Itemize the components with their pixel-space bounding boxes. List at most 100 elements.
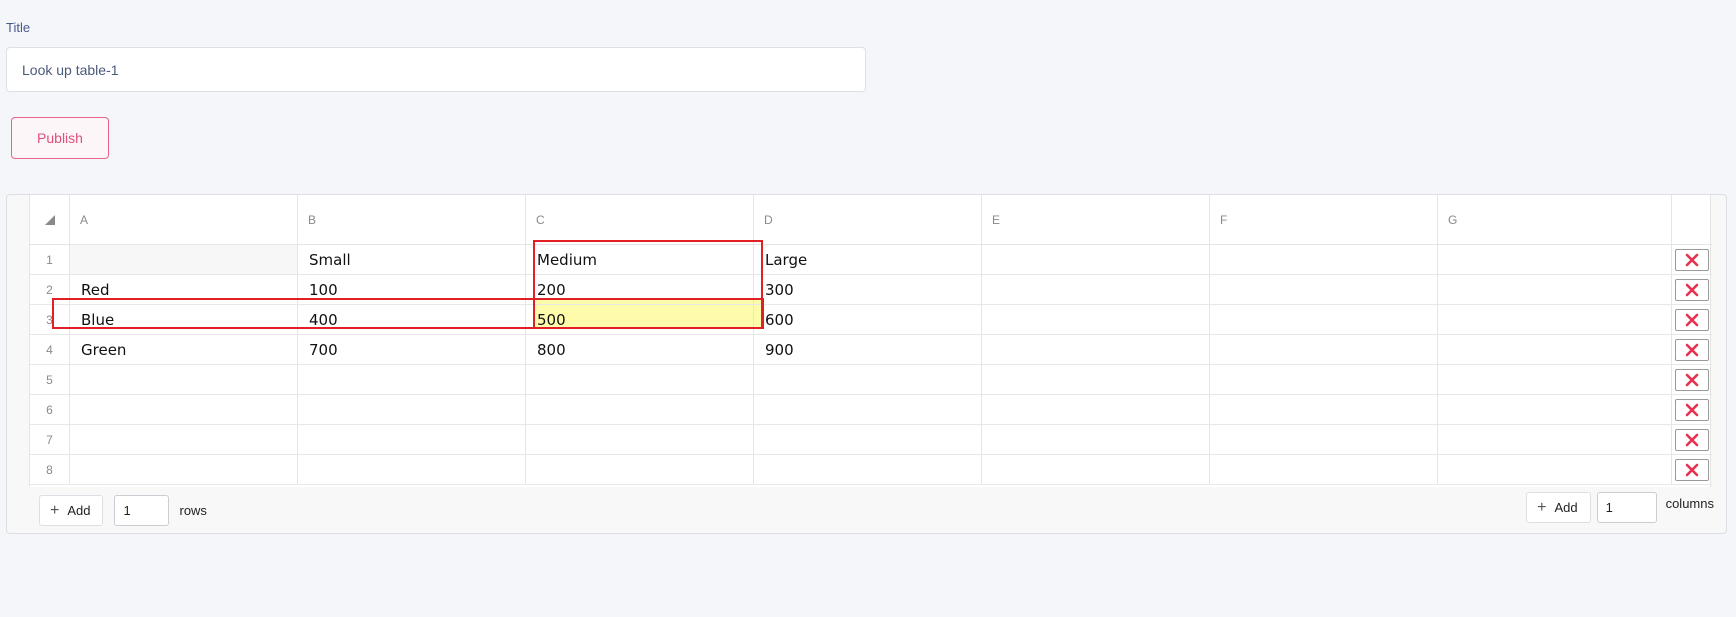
rows-count-input[interactable] bbox=[114, 495, 170, 526]
table-cell-e2[interactable] bbox=[982, 275, 1210, 304]
publish-button[interactable]: Publish bbox=[11, 117, 109, 159]
column-header-f[interactable]: F bbox=[1210, 195, 1438, 244]
table-cell-d6[interactable] bbox=[754, 395, 982, 424]
table-cell-a1[interactable] bbox=[70, 245, 298, 274]
table-cell-e6[interactable] bbox=[982, 395, 1210, 424]
row-index[interactable]: 8 bbox=[30, 455, 70, 484]
table-cell-f4[interactable] bbox=[1210, 335, 1438, 364]
table-cell-d7[interactable] bbox=[754, 425, 982, 454]
row-index[interactable]: 6 bbox=[30, 395, 70, 424]
table-cell-g6[interactable] bbox=[1438, 395, 1672, 424]
table-cell-f8[interactable] bbox=[1210, 455, 1438, 484]
row-index[interactable]: 4 bbox=[30, 335, 70, 364]
columns-count-input[interactable] bbox=[1596, 492, 1657, 523]
table-cell-b7[interactable] bbox=[298, 425, 526, 454]
table-cell-d2[interactable]: 300 bbox=[754, 275, 982, 304]
column-header-e[interactable]: E bbox=[982, 195, 1210, 244]
delete-row-button[interactable] bbox=[1675, 428, 1709, 451]
column-header-b[interactable]: B bbox=[298, 195, 526, 244]
table-cell-c2[interactable]: 200 bbox=[526, 275, 754, 304]
table-cell-c1[interactable]: Medium bbox=[526, 245, 754, 274]
table-cell-g5[interactable] bbox=[1438, 365, 1672, 394]
table-row: 8 bbox=[30, 455, 1712, 485]
table-cell-b5[interactable] bbox=[298, 365, 526, 394]
table-cell-d8[interactable] bbox=[754, 455, 982, 484]
title-input[interactable] bbox=[6, 47, 866, 92]
table-cell-d3[interactable]: 600 bbox=[754, 305, 982, 334]
delete-row-button[interactable] bbox=[1675, 338, 1709, 361]
table-row: 2 Red 100 200 300 bbox=[30, 275, 1712, 305]
table-cell-a2[interactable]: Red bbox=[70, 275, 298, 304]
add-columns-button[interactable]: + Add bbox=[1526, 492, 1591, 523]
table-cell-b1[interactable]: Small bbox=[298, 245, 526, 274]
table-cell-a5[interactable] bbox=[70, 365, 298, 394]
table-cell-f5[interactable] bbox=[1210, 365, 1438, 394]
delete-row-button[interactable] bbox=[1675, 248, 1709, 271]
table-row: 1 Small Medium Large bbox=[30, 245, 1712, 275]
close-icon bbox=[1685, 373, 1699, 386]
add-columns-button-label: Add bbox=[1554, 500, 1578, 515]
delete-row-button[interactable] bbox=[1675, 398, 1709, 421]
table-cell-d5[interactable] bbox=[754, 365, 982, 394]
table-cell-a3[interactable]: Blue bbox=[70, 305, 298, 334]
table-cell-e7[interactable] bbox=[982, 425, 1210, 454]
delete-row-button[interactable] bbox=[1675, 278, 1709, 301]
table-cell-b2[interactable]: 100 bbox=[298, 275, 526, 304]
add-rows-button-label: Add bbox=[67, 503, 91, 518]
table-row: 3 Blue 400 500 600 bbox=[30, 305, 1712, 335]
column-header-actions bbox=[1672, 195, 1712, 244]
table-cell-g1[interactable] bbox=[1438, 245, 1672, 274]
column-header-row: A B C D E F G bbox=[30, 195, 1712, 245]
row-index[interactable]: 5 bbox=[30, 365, 70, 394]
table-cell-c7[interactable] bbox=[526, 425, 754, 454]
table-cell-c4[interactable]: 800 bbox=[526, 335, 754, 364]
column-header-a[interactable]: A bbox=[70, 195, 298, 244]
table-cell-b8[interactable] bbox=[298, 455, 526, 484]
table-cell-b4[interactable]: 700 bbox=[298, 335, 526, 364]
plus-icon: + bbox=[1537, 498, 1547, 516]
table-cell-b3[interactable]: 400 bbox=[298, 305, 526, 334]
table-cell-f3[interactable] bbox=[1210, 305, 1438, 334]
column-header-c[interactable]: C bbox=[526, 195, 754, 244]
table-cell-c5[interactable] bbox=[526, 365, 754, 394]
table-cell-d1[interactable]: Large bbox=[754, 245, 982, 274]
table-cell-f6[interactable] bbox=[1210, 395, 1438, 424]
table-cell-a6[interactable] bbox=[70, 395, 298, 424]
table-cell-f7[interactable] bbox=[1210, 425, 1438, 454]
table-cell-f1[interactable] bbox=[1210, 245, 1438, 274]
table-cell-a7[interactable] bbox=[70, 425, 298, 454]
column-header-g[interactable]: G bbox=[1438, 195, 1672, 244]
close-icon bbox=[1685, 403, 1699, 416]
table-cell-e1[interactable] bbox=[982, 245, 1210, 274]
add-rows-button[interactable]: + Add bbox=[39, 495, 104, 526]
table-cell-g2[interactable] bbox=[1438, 275, 1672, 304]
table-cell-g7[interactable] bbox=[1438, 425, 1672, 454]
table-cell-f2[interactable] bbox=[1210, 275, 1438, 304]
table-cell-a8[interactable] bbox=[70, 455, 298, 484]
table-cell-c8[interactable] bbox=[526, 455, 754, 484]
table-cell-g8[interactable] bbox=[1438, 455, 1672, 484]
table-cell-e8[interactable] bbox=[982, 455, 1210, 484]
delete-row-button[interactable] bbox=[1675, 308, 1709, 331]
row-index[interactable]: 2 bbox=[30, 275, 70, 304]
row-index[interactable]: 7 bbox=[30, 425, 70, 454]
table-cell-e4[interactable] bbox=[982, 335, 1210, 364]
table-cell-e3[interactable] bbox=[982, 305, 1210, 334]
row-index[interactable]: 3 bbox=[30, 305, 70, 334]
table-cell-g3[interactable] bbox=[1438, 305, 1672, 334]
table-cell-g4[interactable] bbox=[1438, 335, 1672, 364]
table-cell-e5[interactable] bbox=[982, 365, 1210, 394]
column-header-d[interactable]: D bbox=[754, 195, 982, 244]
select-all-corner[interactable] bbox=[30, 195, 70, 244]
table-row: 7 bbox=[30, 425, 1712, 455]
plus-icon: + bbox=[50, 501, 60, 519]
table-cell-b6[interactable] bbox=[298, 395, 526, 424]
delete-row-button[interactable] bbox=[1675, 458, 1709, 481]
close-icon bbox=[1685, 253, 1699, 266]
row-index[interactable]: 1 bbox=[30, 245, 70, 274]
table-cell-c3[interactable]: 500 bbox=[526, 305, 754, 334]
delete-row-button[interactable] bbox=[1675, 368, 1709, 391]
table-cell-c6[interactable] bbox=[526, 395, 754, 424]
table-cell-a4[interactable]: Green bbox=[70, 335, 298, 364]
table-cell-d4[interactable]: 900 bbox=[754, 335, 982, 364]
